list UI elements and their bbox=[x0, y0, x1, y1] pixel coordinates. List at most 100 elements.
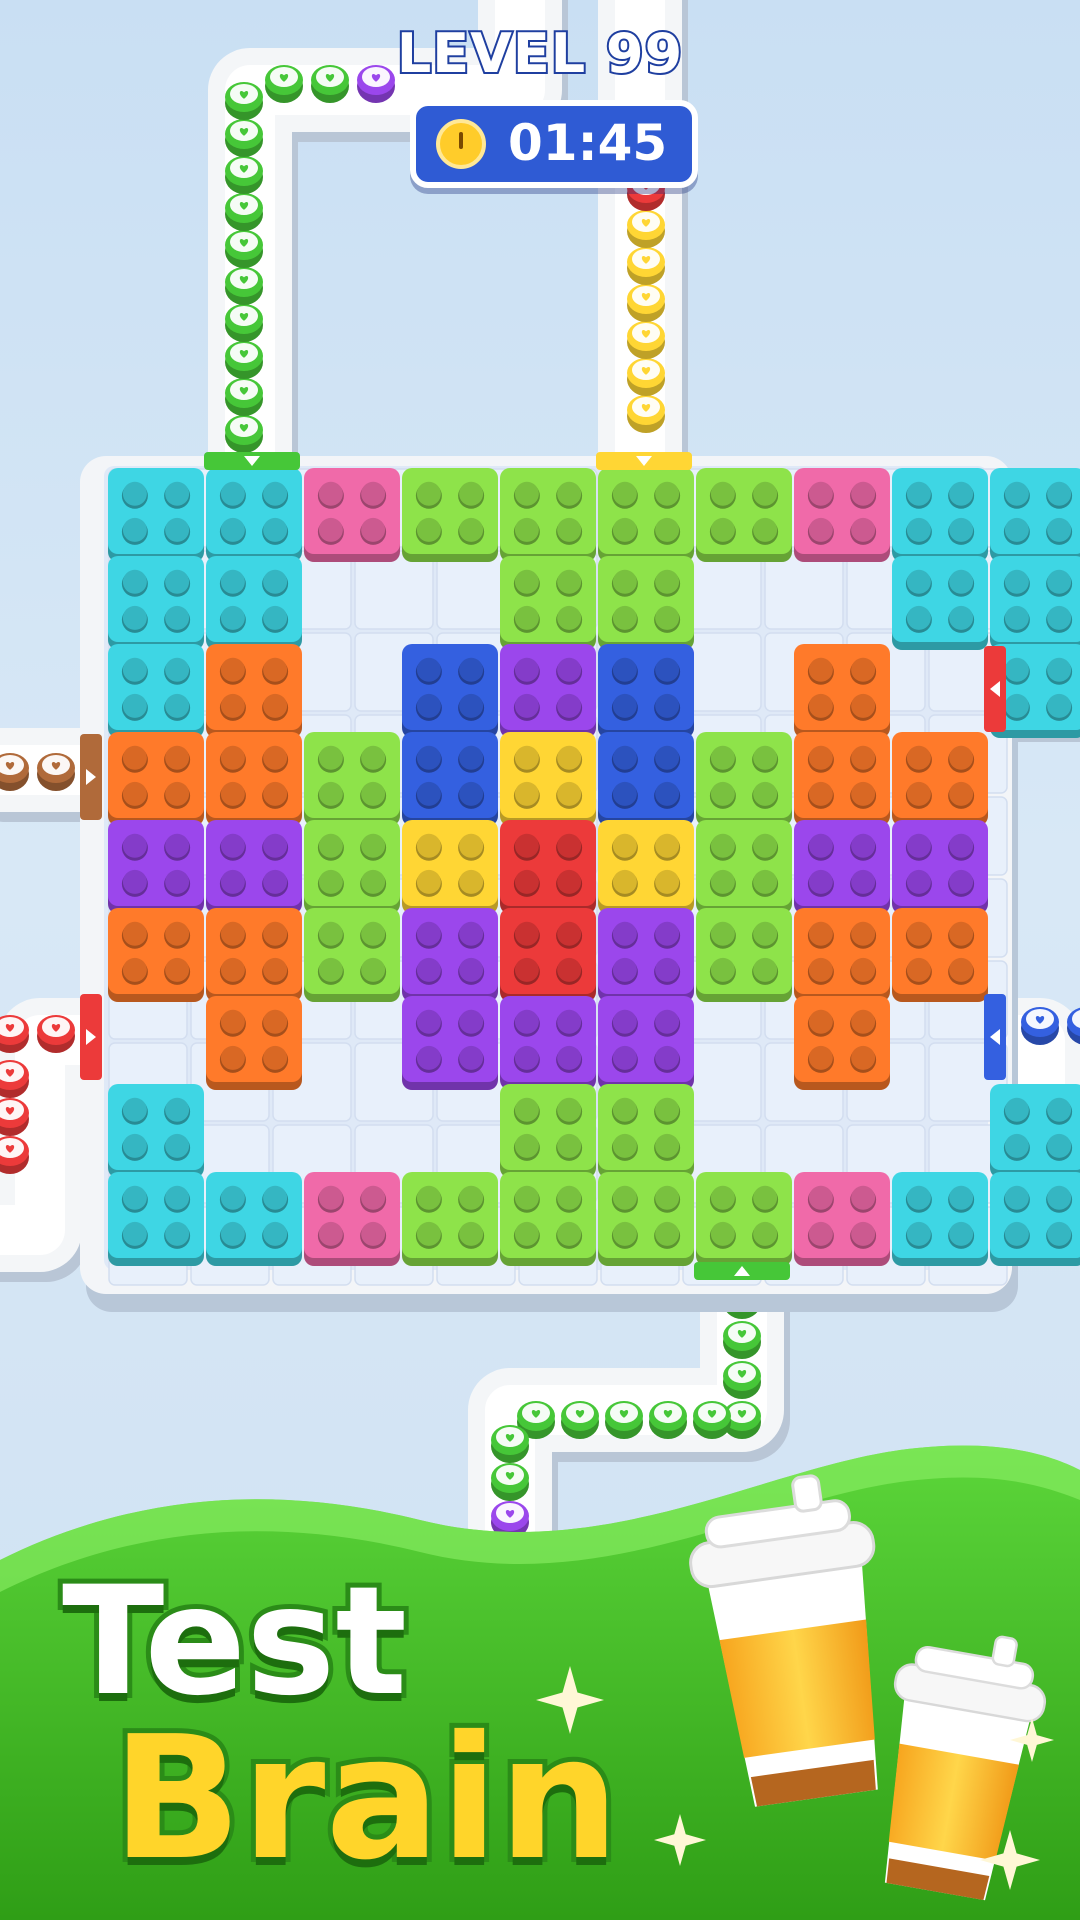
stud bbox=[851, 781, 876, 806]
stud bbox=[263, 605, 288, 630]
stud bbox=[851, 833, 876, 858]
blue-center-left[interactable] bbox=[402, 644, 498, 826]
stud bbox=[165, 605, 190, 630]
stud bbox=[122, 957, 147, 982]
stud bbox=[655, 869, 680, 894]
stud bbox=[808, 1185, 833, 1210]
cup bbox=[723, 1361, 761, 1399]
stud bbox=[557, 869, 582, 894]
stud bbox=[949, 605, 974, 630]
stud bbox=[459, 921, 484, 946]
stud bbox=[655, 745, 680, 770]
stud bbox=[557, 833, 582, 858]
stud bbox=[318, 957, 343, 982]
stud bbox=[416, 1185, 441, 1210]
pink-bottom-right[interactable] bbox=[794, 1172, 890, 1266]
pink-top-right[interactable] bbox=[794, 468, 890, 562]
stud bbox=[514, 1045, 539, 1070]
cup bbox=[627, 321, 665, 359]
gate-right-lower bbox=[984, 994, 1006, 1080]
stud bbox=[165, 569, 190, 594]
stud bbox=[514, 833, 539, 858]
yellow-center-left[interactable] bbox=[402, 820, 498, 914]
stud bbox=[416, 869, 441, 894]
stud bbox=[753, 957, 778, 982]
cup bbox=[225, 415, 263, 453]
lime-left-column[interactable] bbox=[304, 732, 400, 1002]
stud bbox=[416, 481, 441, 506]
stud bbox=[851, 1009, 876, 1034]
stud bbox=[655, 1009, 680, 1034]
stud bbox=[1047, 605, 1072, 630]
stud bbox=[122, 1133, 147, 1158]
stud bbox=[165, 1097, 190, 1122]
yellow-center-top[interactable] bbox=[500, 732, 596, 826]
stud bbox=[263, 657, 288, 682]
blue-center-right[interactable] bbox=[598, 644, 694, 826]
stud bbox=[263, 781, 288, 806]
stud bbox=[416, 833, 441, 858]
stud bbox=[1047, 1185, 1072, 1210]
stud bbox=[808, 481, 833, 506]
board-cell bbox=[682, 632, 762, 712]
stud bbox=[949, 569, 974, 594]
stud bbox=[459, 745, 484, 770]
stud bbox=[906, 781, 931, 806]
stud bbox=[220, 1009, 245, 1034]
stud bbox=[557, 957, 582, 982]
timer-value: 01:45 bbox=[508, 114, 668, 172]
stud bbox=[557, 921, 582, 946]
stud bbox=[263, 1045, 288, 1070]
lime-right-column[interactable] bbox=[696, 732, 792, 1002]
stud bbox=[710, 745, 735, 770]
red-center[interactable] bbox=[500, 820, 596, 1002]
stud bbox=[655, 781, 680, 806]
stud bbox=[220, 517, 245, 542]
stud bbox=[1004, 1133, 1029, 1158]
stud bbox=[655, 833, 680, 858]
cup bbox=[225, 378, 263, 416]
stud bbox=[906, 569, 931, 594]
stud bbox=[514, 1185, 539, 1210]
stud bbox=[514, 1097, 539, 1122]
yellow-center-right[interactable] bbox=[598, 820, 694, 914]
stud bbox=[655, 1185, 680, 1210]
cup bbox=[37, 753, 75, 791]
stud bbox=[514, 1221, 539, 1246]
stud bbox=[122, 1221, 147, 1246]
cup bbox=[225, 304, 263, 342]
pink-top-left[interactable] bbox=[304, 468, 400, 562]
stud bbox=[612, 1133, 637, 1158]
stud bbox=[1004, 1221, 1029, 1246]
board-cell bbox=[682, 550, 762, 630]
stud bbox=[851, 693, 876, 718]
stud bbox=[808, 781, 833, 806]
stud bbox=[361, 481, 386, 506]
stud bbox=[459, 693, 484, 718]
cup bbox=[649, 1401, 687, 1439]
stud bbox=[655, 657, 680, 682]
stud bbox=[557, 1097, 582, 1122]
stud bbox=[655, 569, 680, 594]
stud bbox=[220, 833, 245, 858]
stud bbox=[710, 833, 735, 858]
stud bbox=[263, 517, 288, 542]
pink-bottom-left[interactable] bbox=[304, 1172, 400, 1266]
stud bbox=[655, 921, 680, 946]
stud bbox=[710, 921, 735, 946]
stud bbox=[122, 869, 147, 894]
cup bbox=[627, 284, 665, 322]
stud bbox=[851, 1185, 876, 1210]
stud bbox=[612, 957, 637, 982]
stud bbox=[1004, 605, 1029, 630]
stud bbox=[459, 833, 484, 858]
stud bbox=[318, 1185, 343, 1210]
stud bbox=[612, 569, 637, 594]
stud bbox=[318, 481, 343, 506]
stud bbox=[949, 481, 974, 506]
stud bbox=[557, 569, 582, 594]
stud bbox=[906, 605, 931, 630]
stud bbox=[220, 1045, 245, 1070]
stud bbox=[906, 869, 931, 894]
stud bbox=[851, 1045, 876, 1070]
